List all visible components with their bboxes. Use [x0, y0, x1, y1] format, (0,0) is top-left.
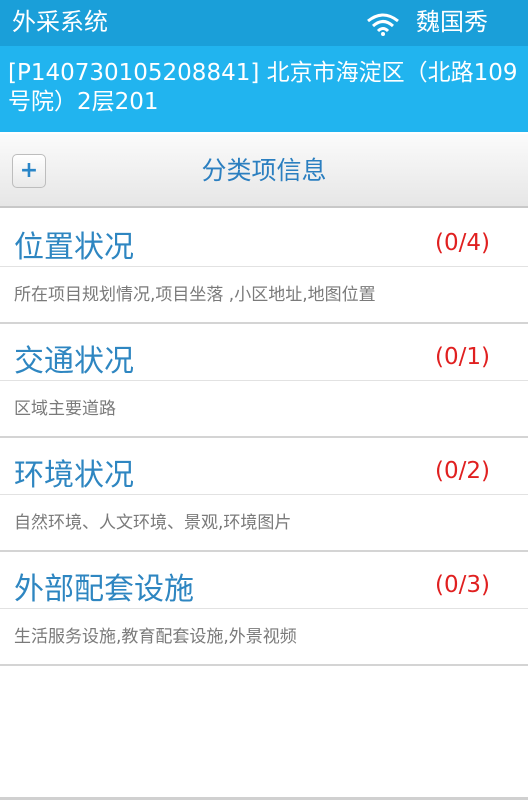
divider — [0, 494, 528, 495]
category-description: 所在项目规划情况,项目坐落 ,小区地址,地图位置 — [14, 285, 376, 305]
divider — [0, 266, 528, 267]
category-count: (0/1) — [435, 344, 490, 370]
category-name: 外部配套设施 — [14, 572, 194, 607]
divider — [0, 608, 528, 609]
category-name: 环境状况 — [14, 458, 134, 493]
category-description: 区域主要道路 — [14, 399, 116, 419]
section-header: + 分类项信息 — [0, 134, 528, 208]
category-count: (0/4) — [435, 230, 490, 256]
category-count: (0/3) — [435, 572, 490, 598]
category-name: 位置状况 — [14, 230, 134, 265]
user-name[interactable]: 魏国秀 — [416, 6, 488, 38]
category-count: (0/2) — [435, 458, 490, 484]
section-title: 分类项信息 — [201, 156, 327, 185]
status-bar: 外采系统 魏国秀 — [0, 0, 528, 46]
category-item-traffic[interactable]: 交通状况 (0/1) 区域主要道路 — [0, 324, 528, 438]
divider — [0, 664, 528, 666]
project-address: [P140730105208841] 北京市海淀区（北路109号院）2层201 — [0, 46, 528, 132]
category-item-environment[interactable]: 环境状况 (0/2) 自然环境、人文环境、景观,环境图片 — [0, 438, 528, 552]
category-description: 自然环境、人文环境、景观,环境图片 — [14, 513, 292, 533]
divider — [0, 380, 528, 381]
category-item-facilities[interactable]: 外部配套设施 (0/3) 生活服务设施,教育配套设施,外景视频 — [0, 552, 528, 666]
category-name: 交通状况 — [14, 344, 134, 379]
category-item-location[interactable]: 位置状况 (0/4) 所在项目规划情况,项目坐落 ,小区地址,地图位置 — [0, 210, 528, 324]
category-list: 位置状况 (0/4) 所在项目规划情况,项目坐落 ,小区地址,地图位置 交通状况… — [0, 210, 528, 666]
wifi-icon — [367, 13, 399, 36]
app-title: 外采系统 — [12, 8, 108, 36]
category-description: 生活服务设施,教育配套设施,外景视频 — [14, 627, 297, 647]
